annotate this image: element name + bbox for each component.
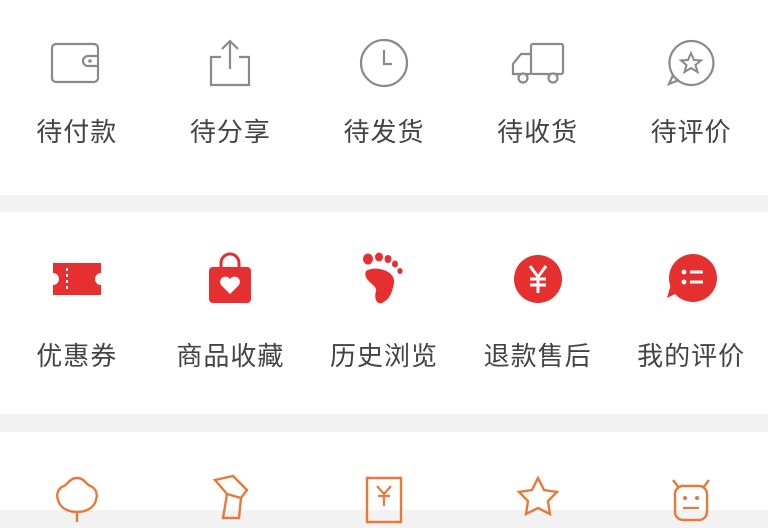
yen-card-icon (352, 470, 416, 528)
service-item-coupons[interactable]: 优惠券 (0, 250, 154, 373)
tool-item-1[interactable] (0, 470, 154, 528)
share-icon (198, 34, 262, 92)
wallet-icon (45, 34, 109, 92)
order-item-label: 待分享 (189, 118, 271, 148)
tool-item-2[interactable] (154, 470, 308, 528)
order-item-label: 待发货 (343, 118, 425, 148)
clock-icon (352, 34, 416, 92)
order-item-label: 待收货 (497, 118, 579, 148)
tool-item-5[interactable] (614, 470, 768, 528)
order-item-pending-receipt[interactable]: 待收货 (461, 34, 615, 149)
top-strip (0, 0, 768, 8)
order-item-pending-share[interactable]: 待分享 (154, 34, 308, 149)
service-item-refund[interactable]: 退款售后 (461, 250, 615, 373)
service-item-label: 商品收藏 (176, 342, 285, 372)
ticket-icon (198, 470, 262, 528)
order-item-pending-payment[interactable]: 待付款 (0, 34, 154, 149)
order-item-label: 待付款 (36, 118, 118, 148)
order-item-label: 待评价 (650, 118, 732, 148)
tool-item-3[interactable] (307, 470, 461, 528)
more-tools-panel (0, 432, 768, 524)
service-item-my-reviews[interactable]: 我的评价 (614, 250, 768, 373)
shopping-bag-heart-icon (198, 250, 262, 308)
service-item-label: 历史浏览 (329, 342, 438, 372)
flower-icon (45, 470, 109, 528)
yen-circle-icon (506, 250, 570, 308)
service-item-label: 退款售后 (483, 342, 592, 372)
more-tools-row (0, 470, 768, 528)
coupon-icon (45, 250, 109, 308)
service-item-label: 优惠券 (36, 342, 118, 372)
star-bubble-icon (659, 34, 723, 92)
star-icon (506, 470, 570, 528)
cow-icon (659, 470, 723, 528)
service-item-label: 我的评价 (637, 342, 746, 372)
tool-item-4[interactable] (461, 470, 615, 528)
order-status-panel: 待付款 待分享 待发货 待收货 待评价 (0, 8, 768, 195)
order-status-row: 待付款 待分享 待发货 待收货 待评价 (0, 34, 768, 149)
service-item-history[interactable]: 历史浏览 (307, 250, 461, 373)
order-item-pending-shipment[interactable]: 待发货 (307, 34, 461, 149)
service-item-favorites[interactable]: 商品收藏 (154, 250, 308, 373)
services-panel: 优惠券 商品收藏 历史浏览 退款售后 我的评价 (0, 212, 768, 414)
services-row: 优惠券 商品收藏 历史浏览 退款售后 我的评价 (0, 250, 768, 373)
footprint-icon (352, 250, 416, 308)
comment-bubble-icon (659, 250, 723, 308)
truck-icon (506, 34, 570, 92)
order-item-pending-review[interactable]: 待评价 (614, 34, 768, 149)
